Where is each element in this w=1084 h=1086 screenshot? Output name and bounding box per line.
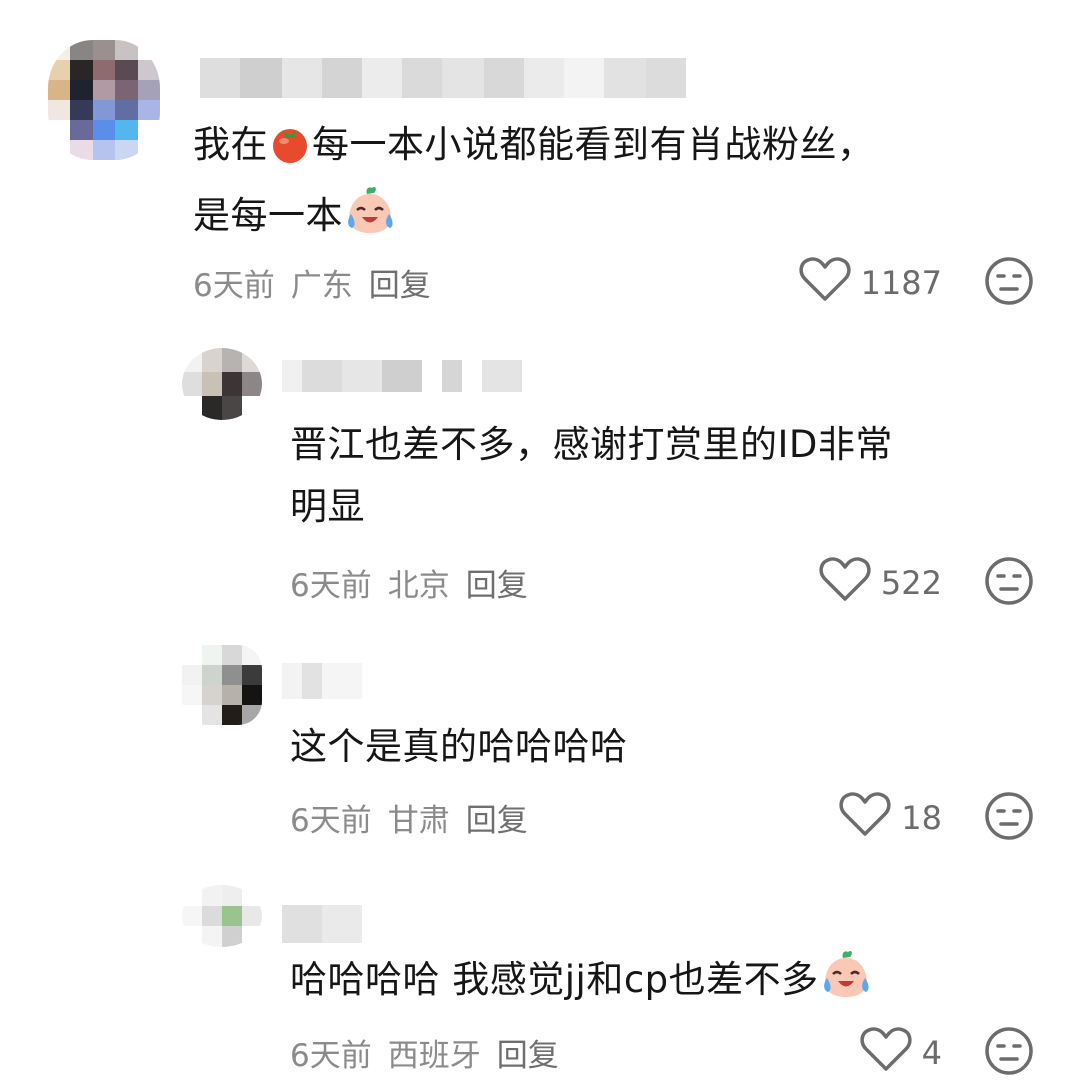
like-count: 522	[880, 564, 942, 602]
username-blurred[interactable]	[200, 58, 686, 98]
avatar[interactable]	[182, 348, 262, 420]
comment-text: 这个是真的哈哈哈哈	[290, 725, 628, 768]
timestamp: 6天前	[290, 568, 372, 604]
username-blurred[interactable]	[282, 663, 362, 699]
crying-laugh-emoji	[819, 948, 873, 1019]
heart-outline-icon	[839, 791, 891, 845]
like-count: 1187	[860, 264, 942, 302]
reply-button[interactable]: 回复	[466, 560, 528, 605]
meh-face-icon[interactable]	[984, 791, 1034, 845]
meh-face-icon[interactable]	[984, 556, 1034, 610]
comment-meta: 6天前 甘肃 回复	[290, 795, 528, 840]
tomato-icon	[268, 121, 312, 184]
like-button[interactable]: 1187	[799, 256, 942, 310]
comment-meta: 6天前 北京 回复	[290, 560, 528, 605]
comment-meta: 6天前 广东 回复	[193, 260, 431, 305]
location: 西班牙	[387, 1038, 481, 1074]
timestamp: 6天前	[193, 268, 275, 304]
reply-button[interactable]: 回复	[497, 1030, 559, 1075]
timestamp: 6天前	[290, 803, 372, 839]
timestamp: 6天前	[290, 1038, 372, 1074]
meh-face-icon[interactable]	[984, 256, 1034, 310]
heart-outline-icon	[819, 556, 871, 610]
avatar[interactable]	[182, 645, 262, 725]
like-count: 18	[901, 799, 942, 837]
like-button[interactable]: 18	[839, 791, 942, 845]
location: 甘肃	[387, 803, 450, 839]
comment-meta: 6天前 西班牙 回复	[290, 1030, 559, 1075]
heart-outline-icon	[860, 1026, 912, 1080]
avatar[interactable]	[182, 885, 262, 947]
crying-laugh-emoji	[343, 184, 397, 255]
reply-button[interactable]: 回复	[466, 795, 528, 840]
username-blurred[interactable]	[282, 905, 362, 943]
like-button[interactable]: 4	[860, 1026, 942, 1080]
avatar[interactable]	[48, 40, 160, 160]
like-button[interactable]: 522	[819, 556, 942, 610]
comment-text: 晋江也差不多，感谢打赏里的ID非常 明显	[290, 423, 893, 528]
reply-button[interactable]: 回复	[369, 260, 431, 305]
location: 广东	[290, 268, 353, 304]
like-count: 4	[921, 1034, 942, 1072]
location: 北京	[387, 568, 450, 604]
heart-outline-icon	[799, 256, 851, 310]
comment-text: 哈哈哈哈 我感觉jj和cp也差不多	[290, 948, 1010, 1019]
username-blurred[interactable]	[282, 360, 522, 392]
meh-face-icon[interactable]	[984, 1026, 1034, 1080]
comment-text: 我在 每一本小说都能看到有肖战粉丝， 是每一本	[193, 114, 1013, 255]
